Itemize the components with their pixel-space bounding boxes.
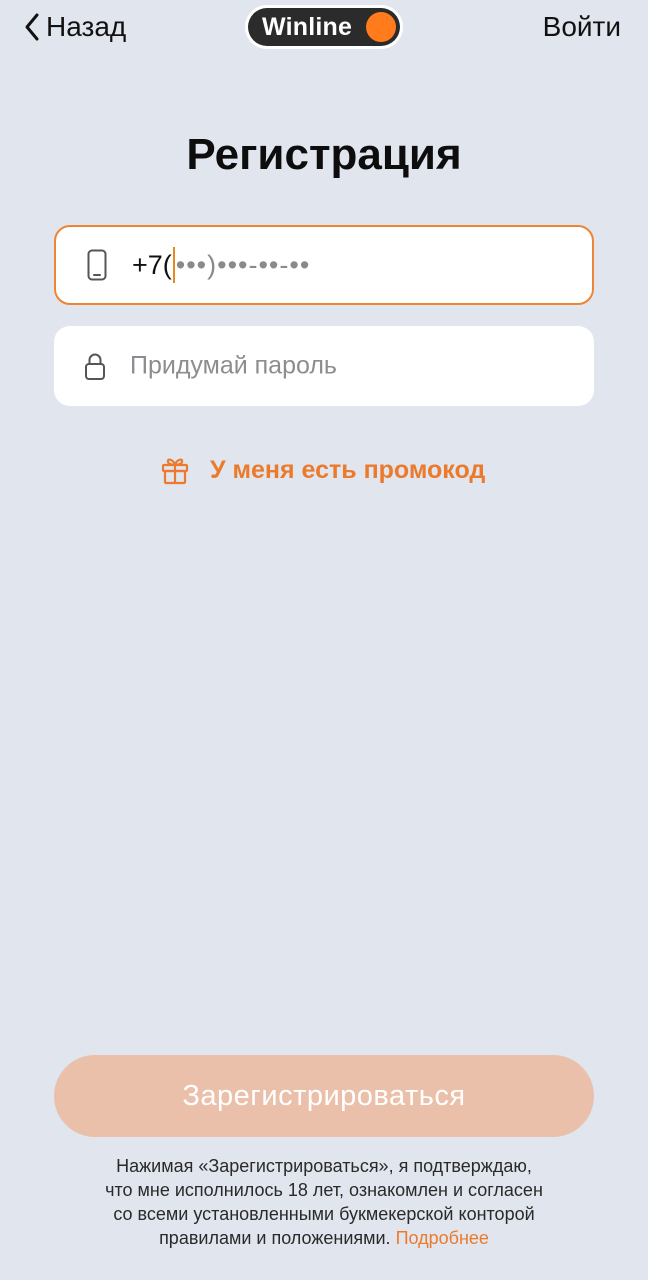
gift-icon bbox=[161, 458, 189, 485]
chevron-left-icon bbox=[25, 13, 39, 41]
winline-logo: Winline bbox=[248, 8, 400, 46]
back-button[interactable]: Назад bbox=[22, 8, 126, 46]
terms-line: правилами и положениями. bbox=[159, 1228, 391, 1248]
phone-mask: •••)•••-••-•• bbox=[175, 249, 311, 280]
top-bar: Назад Winline Войти bbox=[0, 0, 648, 56]
terms-line: что мне исполнилось 18 лет, ознакомлен и… bbox=[105, 1180, 543, 1200]
promo-code-label: У меня есть промокод bbox=[210, 455, 486, 484]
logo-dot bbox=[366, 12, 396, 42]
register-button[interactable]: Зарегистрироваться bbox=[54, 1055, 594, 1137]
password-input[interactable]: Придумай пароль bbox=[130, 352, 337, 381]
terms-line: со всеми установленными букмекерской кон… bbox=[113, 1204, 535, 1224]
phone-field[interactable]: +7( •••)•••-••-•• bbox=[54, 225, 594, 305]
terms-line-last: правилами и положениями. Подробнее bbox=[54, 1226, 594, 1250]
page-title: Регистрация bbox=[186, 130, 462, 179]
lock-icon bbox=[84, 349, 106, 383]
more-link[interactable]: Подробнее bbox=[396, 1228, 489, 1248]
promo-code-link[interactable]: У меня есть промокод bbox=[160, 450, 485, 490]
terms-line: Нажимая «Зарегистрироваться», я подтверж… bbox=[116, 1156, 532, 1176]
phone-input[interactable]: +7( •••)•••-••-•• bbox=[132, 247, 310, 283]
terms-text: Нажимая «Зарегистрироваться», я подтверж… bbox=[54, 1154, 594, 1250]
phone-prefix: +7( bbox=[132, 249, 172, 280]
password-field[interactable]: Придумай пароль bbox=[54, 326, 594, 406]
smartphone-icon bbox=[86, 248, 108, 282]
text-caret bbox=[172, 247, 175, 283]
logo-text: Winline bbox=[262, 12, 353, 41]
back-label: Назад bbox=[46, 11, 127, 42]
login-button[interactable]: Войти bbox=[543, 8, 621, 46]
